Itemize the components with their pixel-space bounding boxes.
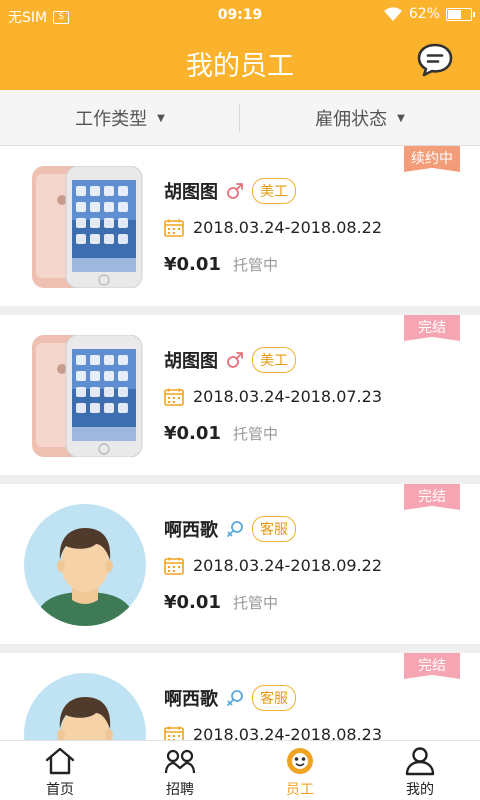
employee-name: 啊西歌 bbox=[164, 520, 218, 541]
employee-icon bbox=[287, 748, 313, 774]
recruit-icon bbox=[164, 749, 196, 774]
phone-avatar-icon bbox=[32, 165, 143, 289]
wifi-icon bbox=[383, 6, 402, 21]
page-title: 我的员工 bbox=[186, 51, 294, 82]
tab-home[interactable]: 首页 bbox=[0, 741, 120, 800]
employee-card[interactable]: 胡图图 美工 2018.03.24-2018.07.23 ¥0.01 托管中 完… bbox=[0, 315, 480, 475]
escrow-state: 托管中 bbox=[232, 594, 278, 612]
escrow-state: 托管中 bbox=[232, 256, 278, 274]
employee-name: 胡图图 bbox=[164, 182, 218, 203]
status-ribbon: 完结 bbox=[404, 484, 460, 510]
employee-card[interactable]: 胡图图 美工 2018.03.24-2018.08.22 ¥0.01 托管中 续… bbox=[0, 146, 480, 306]
battery-icon bbox=[446, 7, 475, 21]
contract-date-range: 2018.03.24-2018.08.22 bbox=[193, 218, 382, 237]
bottom-tab-bar: 首页 招聘 员工 我的 bbox=[0, 740, 480, 800]
tab-profile-label: 我的 bbox=[406, 782, 434, 798]
calendar-icon bbox=[164, 219, 184, 237]
employee-avatar bbox=[20, 504, 150, 626]
contract-date-range: 2018.03.24-2018.07.23 bbox=[193, 387, 382, 406]
filter-bar: 工作类型 ▼ 雇佣状态 ▼ bbox=[0, 90, 480, 146]
role-tag: 客服 bbox=[252, 516, 296, 542]
status-ribbon: 续约中 bbox=[404, 146, 460, 172]
employee-avatar bbox=[20, 334, 150, 458]
phone-avatar-icon bbox=[32, 334, 143, 458]
tab-employees-label: 员工 bbox=[286, 782, 314, 798]
battery-percent: 62% bbox=[408, 6, 440, 22]
employee-price: ¥0.01 bbox=[164, 592, 221, 613]
status-ribbon: 完结 bbox=[404, 653, 460, 679]
employment-status-filter-label: 雇佣状态 bbox=[315, 109, 388, 130]
tab-recruit[interactable]: 招聘 bbox=[120, 741, 240, 800]
home-icon bbox=[45, 747, 75, 775]
employment-status-filter[interactable]: 雇佣状态 ▼ bbox=[240, 90, 480, 146]
tab-home-label: 首页 bbox=[46, 782, 74, 798]
profile-icon bbox=[405, 747, 435, 776]
female-gender-icon bbox=[227, 690, 243, 706]
contract-date-range: 2018.03.24-2018.09.22 bbox=[193, 556, 382, 575]
employee-name: 胡图图 bbox=[164, 351, 218, 372]
job-type-filter[interactable]: 工作类型 ▼ bbox=[0, 90, 240, 146]
status-ribbon: 完结 bbox=[404, 315, 460, 341]
escrow-state: 托管中 bbox=[232, 425, 278, 443]
employee-card[interactable]: 啊西歌 客服 2018.03.24-2018.09.22 ¥0.01 托管中 完… bbox=[0, 484, 480, 644]
person-avatar-icon bbox=[24, 504, 146, 626]
role-tag: 美工 bbox=[252, 178, 296, 204]
caret-down-icon: ▼ bbox=[397, 112, 405, 124]
female-gender-icon bbox=[227, 521, 243, 537]
calendar-icon bbox=[164, 557, 184, 575]
role-tag: 客服 bbox=[252, 685, 296, 711]
message-button[interactable] bbox=[415, 42, 455, 78]
tab-employees[interactable]: 员工 bbox=[240, 741, 360, 800]
employee-avatar bbox=[20, 165, 150, 289]
caret-down-icon: ▼ bbox=[157, 112, 165, 124]
male-gender-icon bbox=[227, 352, 243, 368]
status-bar: 无SIM S 09:19 62% bbox=[0, 0, 480, 30]
employee-price: ¥0.01 bbox=[164, 423, 221, 444]
tab-recruit-label: 招聘 bbox=[166, 782, 194, 798]
chat-bubble-icon bbox=[417, 43, 453, 77]
role-tag: 美工 bbox=[252, 347, 296, 373]
app-header: 无SIM S 09:19 62% 我的员工 bbox=[0, 0, 480, 90]
job-type-filter-label: 工作类型 bbox=[75, 109, 148, 130]
employee-price: ¥0.01 bbox=[164, 254, 221, 275]
male-gender-icon bbox=[227, 183, 243, 199]
tab-profile[interactable]: 我的 bbox=[360, 741, 480, 800]
employee-name: 啊西歌 bbox=[164, 689, 218, 710]
calendar-icon bbox=[164, 388, 184, 406]
